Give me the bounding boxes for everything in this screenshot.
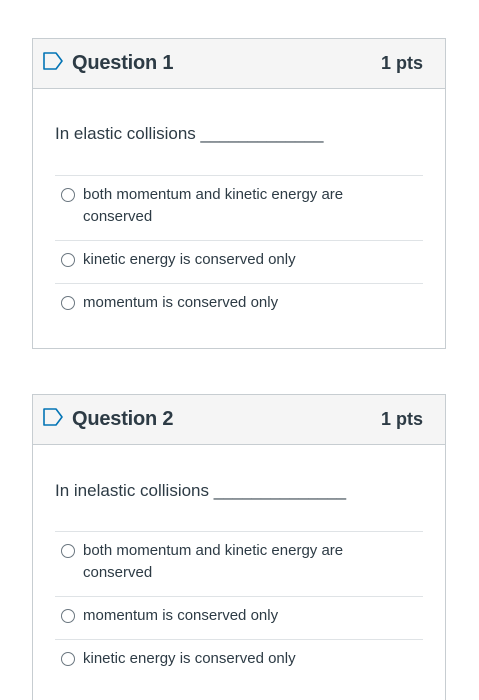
flag-outline-icon[interactable] (42, 407, 64, 427)
radio-button[interactable] (61, 296, 75, 310)
answer-option[interactable]: kinetic energy is conserved only (55, 639, 423, 682)
answer-label[interactable]: momentum is conserved only (83, 605, 278, 627)
radio-button[interactable] (61, 188, 75, 202)
question-header: Question 2 1 pts (33, 395, 445, 445)
flag-outline-icon[interactable] (42, 51, 64, 71)
question-points: 1 pts (380, 53, 423, 73)
question-prompt: In inelastic collisions ______________ (55, 481, 347, 500)
question-card-2: Question 2 1 pts In inelastic collisions… (32, 394, 446, 700)
question-header: Question 1 1 pts (33, 39, 445, 89)
question-card-1: Question 1 1 pts In elastic collisions _… (32, 38, 446, 349)
radio-button[interactable] (61, 609, 75, 623)
answer-option[interactable]: both momentum and kinetic energy are con… (55, 175, 423, 240)
quiz-page: Question 1 1 pts In elastic collisions _… (0, 0, 479, 700)
answer-option[interactable]: momentum is conserved only (55, 283, 423, 326)
radio-button[interactable] (61, 253, 75, 267)
question-points: 1 pts (380, 409, 423, 429)
question-title: Question 2 (72, 408, 174, 430)
radio-button[interactable] (61, 652, 75, 666)
answer-option[interactable]: momentum is conserved only (55, 596, 423, 639)
answer-label[interactable]: kinetic energy is conserved only (83, 249, 296, 271)
question-prompt: In elastic collisions _____________ (55, 124, 324, 143)
answer-label[interactable]: both momentum and kinetic energy are con… (83, 540, 363, 584)
answer-option[interactable]: both momentum and kinetic energy are con… (55, 531, 423, 596)
answer-list: both momentum and kinetic energy are con… (55, 531, 423, 682)
answer-label[interactable]: both momentum and kinetic energy are con… (83, 184, 363, 228)
question-title: Question 1 (72, 52, 174, 74)
radio-button[interactable] (61, 544, 75, 558)
answer-list: both momentum and kinetic energy are con… (55, 175, 423, 326)
answer-option[interactable]: kinetic energy is conserved only (55, 240, 423, 283)
answer-label[interactable]: momentum is conserved only (83, 292, 278, 314)
answer-label[interactable]: kinetic energy is conserved only (83, 648, 296, 670)
